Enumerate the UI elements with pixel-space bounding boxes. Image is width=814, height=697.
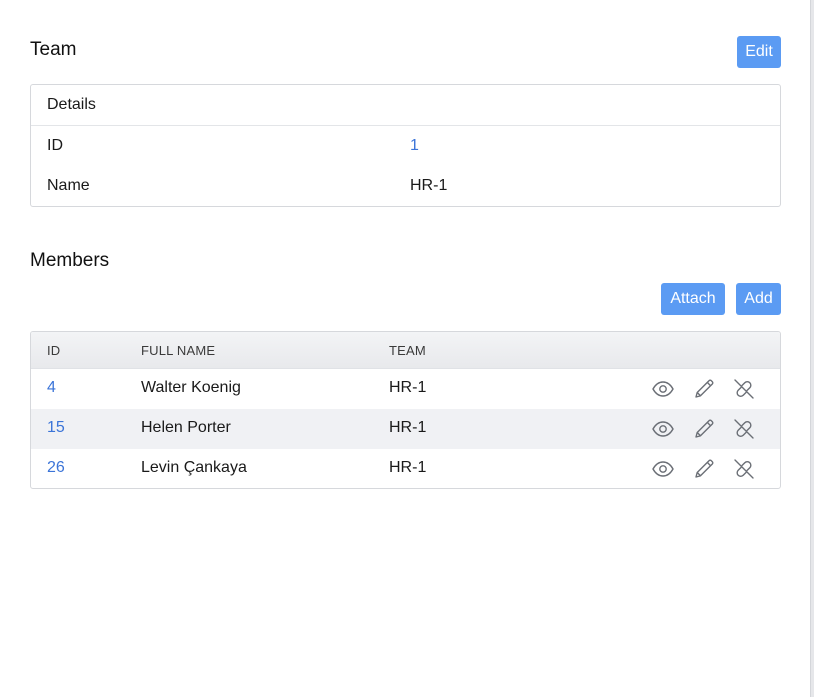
column-header-team[interactable]: TEAM xyxy=(389,343,426,358)
table-row: 15 Helen Porter HR-1 xyxy=(31,409,780,449)
members-table: ID FULL NAME TEAM 4 Walter Koenig HR-1 1… xyxy=(30,331,781,489)
detail-row-name: Name HR-1 xyxy=(31,166,780,206)
pencil-icon[interactable] xyxy=(692,417,716,441)
detail-key: ID xyxy=(47,137,63,154)
eye-icon[interactable] xyxy=(651,377,675,401)
column-header-full-name[interactable]: FULL NAME xyxy=(141,343,215,358)
edit-button[interactable]: Edit xyxy=(737,36,781,68)
member-id-link[interactable]: 26 xyxy=(47,459,65,477)
member-full-name: Helen Porter xyxy=(141,419,231,436)
detail-value: HR-1 xyxy=(410,177,448,194)
pencil-icon[interactable] xyxy=(692,377,716,401)
pencil-icon[interactable] xyxy=(692,457,716,481)
member-team: HR-1 xyxy=(389,379,427,396)
eye-icon[interactable] xyxy=(651,457,675,481)
team-title: Team xyxy=(30,39,77,60)
detail-id-link[interactable]: 1 xyxy=(410,137,419,155)
page-scrollbar-edge xyxy=(810,0,814,697)
attach-button[interactable]: Attach xyxy=(661,283,725,315)
table-row: 4 Walter Koenig HR-1 xyxy=(31,369,780,409)
member-team: HR-1 xyxy=(389,459,427,476)
member-id-link[interactable]: 15 xyxy=(47,419,65,437)
details-card: Details ID 1 Name HR-1 xyxy=(30,84,781,207)
detail-row-id: ID 1 xyxy=(31,126,780,166)
column-header-id[interactable]: ID xyxy=(47,343,60,358)
unlink-icon[interactable] xyxy=(732,377,756,401)
table-header: ID FULL NAME TEAM xyxy=(31,332,780,369)
unlink-icon[interactable] xyxy=(732,417,756,441)
detail-key: Name xyxy=(47,177,90,194)
member-id-link[interactable]: 4 xyxy=(47,379,56,397)
details-header: Details xyxy=(31,85,780,126)
member-full-name: Levin Çankaya xyxy=(141,459,247,476)
eye-icon[interactable] xyxy=(651,417,675,441)
table-row: 26 Levin Çankaya HR-1 xyxy=(31,449,780,488)
member-full-name: Walter Koenig xyxy=(141,379,241,396)
members-title: Members xyxy=(30,250,110,271)
add-button[interactable]: Add xyxy=(736,283,781,315)
unlink-icon[interactable] xyxy=(732,457,756,481)
member-team: HR-1 xyxy=(389,419,427,436)
